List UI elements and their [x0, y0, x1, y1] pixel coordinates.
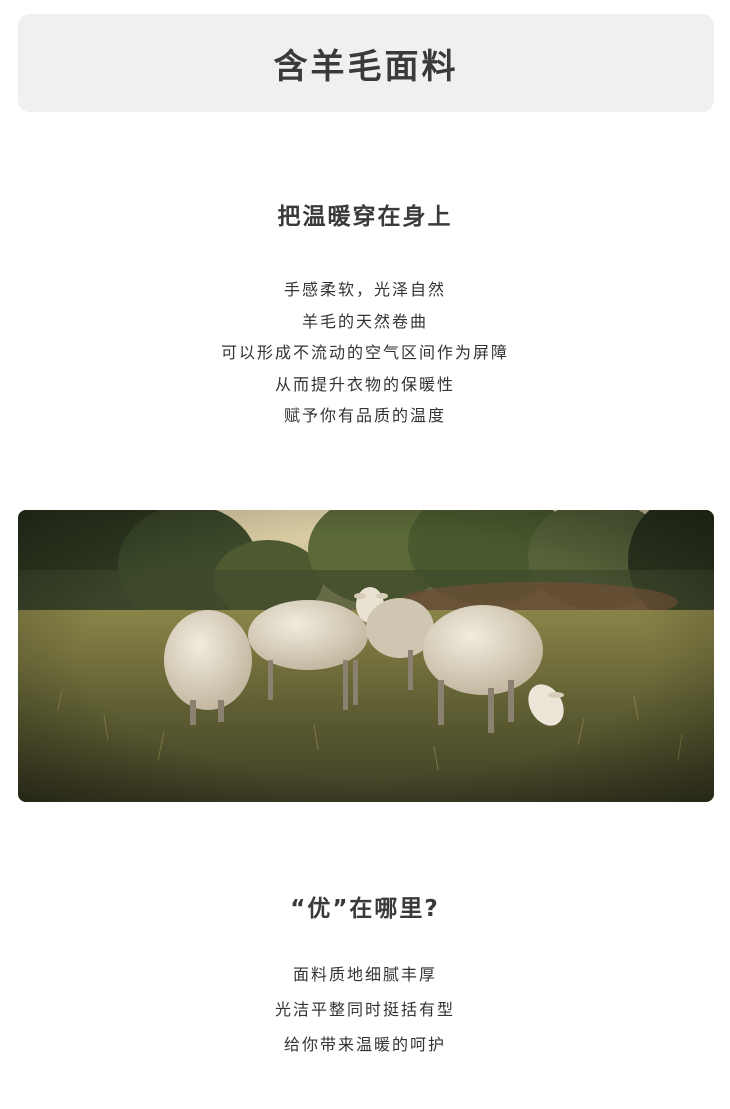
description-line: 可以形成不流动的空气区间作为屏障: [220, 343, 509, 362]
description-line: 羊毛的天然卷曲: [301, 311, 428, 331]
title-banner: 含羊毛面料: [18, 14, 714, 112]
sheep-photo-illustration: [18, 510, 714, 802]
description-line: 赋予你有品质的温度: [283, 406, 446, 425]
description-line: 给你带来温暖的呵护: [283, 1035, 446, 1054]
description-line: 光洁平整同时挺括有型: [274, 1000, 455, 1019]
sheep-photo: [18, 510, 714, 802]
description-line: 从而提升衣物的保暖性: [274, 374, 455, 394]
photo-vignette: [18, 510, 714, 802]
section-heading-advantage: “优”在哪里?: [290, 896, 440, 922]
warmth-description: 手感柔软，光泽自然 羊毛的天然卷曲 可以形成不流动的空气区间作为屏障 从而提升衣…: [0, 279, 730, 437]
section-heading-warmth: 把温暖穿在身上: [277, 204, 453, 230]
description-line: 面料质地细腻丰厚: [292, 965, 437, 984]
advantage-description: 面料质地细腻丰厚 光洁平整同时挺括有型 给你带来温暖的呵护: [0, 964, 730, 1069]
description-line: 手感柔软，光泽自然: [283, 280, 446, 299]
page-title: 含羊毛面料: [273, 46, 459, 87]
